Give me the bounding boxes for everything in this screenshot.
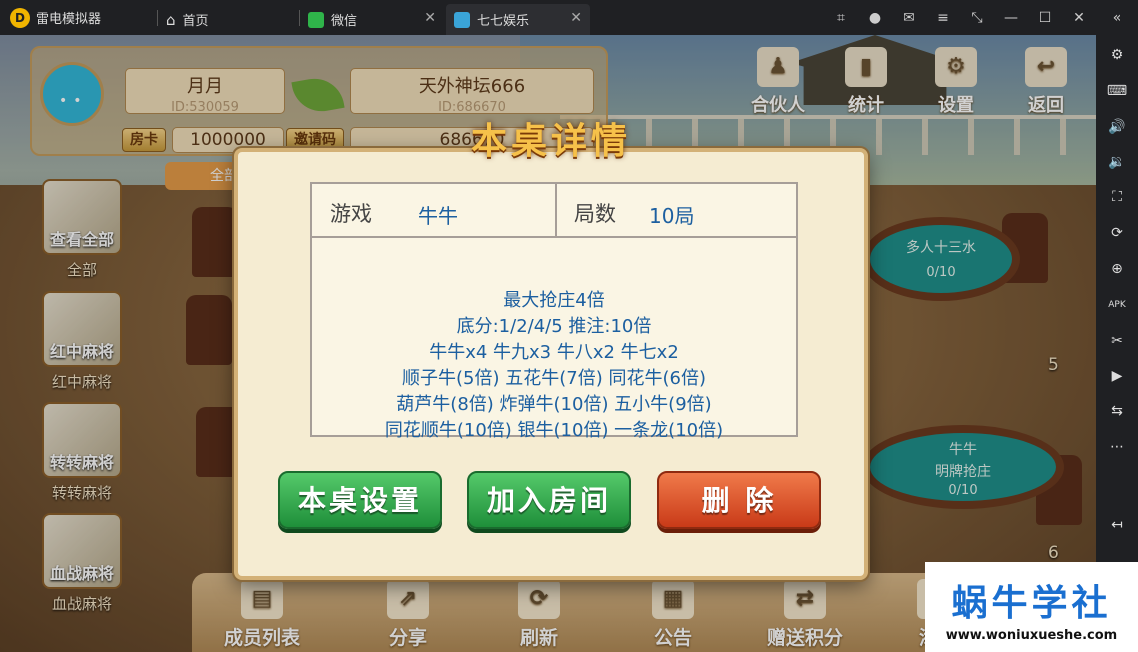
emulator-titlebar: D 雷电模拟器 ⌂ 首页 微信 ✕ 七七娱乐 ✕ ⌗ ● ✉ ≡ ⤡ — ☐ ✕… [0, 0, 1138, 35]
emulator-sidebar: ⚙ ⌨ 🔊 🔉 ⛶ ⟳ ⊕ APK ✂ ▶ ⇆ ⋯ ↤ [1096, 35, 1138, 652]
game-screen: 多人十三水 0/10 牛牛 明牌抢庄 0/10 5 2 4 6 •• 月月 ID… [0, 35, 1096, 652]
emulator-logo-icon: D [10, 7, 30, 28]
rule-line: 同花顺牛(10倍) 银牛(10倍) 一条龙(10倍) [384, 420, 724, 441]
rounds-label: 局数 [574, 202, 616, 226]
mail-icon[interactable]: ✉ [892, 0, 926, 35]
sync-icon[interactable]: ⟳ [1103, 219, 1131, 247]
rounds-value: 10局 [649, 204, 695, 228]
tab-wechat[interactable]: 微信 ✕ [300, 4, 444, 35]
close-icon[interactable]: ✕ [424, 10, 436, 26]
apk-icon[interactable]: APK [1103, 291, 1131, 319]
wechat-icon [308, 11, 324, 28]
join-room-button[interactable]: 加入房间 [467, 471, 631, 529]
tab-label: 首页 [182, 14, 209, 29]
table-settings-button[interactable]: 本桌设置 [278, 471, 442, 529]
tab-label: 微信 [331, 14, 358, 29]
rule-line: 葫芦牛(8倍) 炸弹牛(10倍) 五小牛(9倍) [396, 394, 712, 415]
volume-down-icon[interactable]: 🔉 [1103, 148, 1131, 176]
dialog-title: 本桌详情 [470, 120, 631, 162]
tab-home[interactable]: ⌂ 首页 [158, 4, 298, 35]
close-icon[interactable]: ✕ [570, 10, 582, 26]
menu-icon[interactable]: ≡ [926, 0, 960, 35]
more-icon[interactable]: ⋯ [1103, 433, 1131, 461]
watermark-url: www.woniuxueshe.com [945, 628, 1118, 643]
delete-button[interactable]: 删 除 [657, 471, 821, 529]
table-details-dialog: 本桌详情 游戏 牛牛 局数 10局 最大抢庄4倍 底分:1/2/4/5 推注:1… [234, 120, 868, 580]
rule-line: 顺子牛(5倍) 五花牛(7倍) 同花牛(6倍) [402, 368, 706, 389]
minimize-icon[interactable]: — [994, 0, 1028, 35]
rule-line: 底分:1/2/4/5 推注:10倍 [456, 316, 652, 337]
app-name: 雷电模拟器 [36, 12, 102, 27]
fullscreen-icon[interactable]: ⛶ [1103, 183, 1131, 211]
shrink-icon[interactable]: ⤡ [960, 0, 994, 35]
game-label: 游戏 [330, 202, 372, 226]
tab-label: 七七娱乐 [477, 14, 530, 29]
info-header-row: 游戏 牛牛 局数 10局 [312, 184, 796, 238]
multi-window-icon[interactable]: ⇆ [1103, 397, 1131, 425]
tab-qiqi-game[interactable]: 七七娱乐 ✕ [446, 4, 590, 35]
rule-line: 牛牛x4 牛九x3 牛八x2 牛七x2 [429, 342, 679, 363]
gamepad-icon[interactable]: ⌗ [824, 0, 858, 35]
cell-divider [555, 184, 557, 238]
game-value: 牛牛 [418, 204, 458, 228]
game-app-icon [454, 11, 470, 28]
home-icon: ⌂ [166, 10, 176, 29]
close-window-icon[interactable]: ✕ [1062, 0, 1096, 35]
back-arrow-icon[interactable]: ↤ [1103, 511, 1131, 539]
watermark-title: 蜗牛学社 [951, 583, 1112, 624]
table-info-box: 游戏 牛牛 局数 10局 最大抢庄4倍 底分:1/2/4/5 推注:10倍 牛牛… [310, 182, 798, 441]
watermark: 蜗牛学社 www.woniuxueshe.com [925, 562, 1138, 652]
keyboard-icon[interactable]: ⌨ [1103, 77, 1131, 105]
settings-gear-icon[interactable]: ⚙ [1103, 41, 1131, 69]
rule-line: 最大抢庄4倍 [503, 290, 605, 311]
record-icon[interactable]: ▶ [1103, 362, 1131, 390]
scissors-icon[interactable]: ✂ [1103, 327, 1131, 355]
maximize-icon[interactable]: ☐ [1028, 0, 1062, 35]
collapse-sidebar-icon[interactable]: « [1096, 0, 1138, 35]
add-app-icon[interactable]: ⊕ [1103, 255, 1131, 283]
volume-up-icon[interactable]: 🔊 [1103, 113, 1131, 141]
user-icon[interactable]: ● [858, 0, 892, 35]
window-controls: ⌗ ● ✉ ≡ ⤡ — ☐ ✕ « [824, 0, 1138, 35]
app-brand: D 雷电模拟器 [10, 0, 101, 35]
rules-text: 最大抢庄4倍 底分:1/2/4/5 推注:10倍 牛牛x4 牛九x3 牛八x2 … [312, 288, 796, 444]
